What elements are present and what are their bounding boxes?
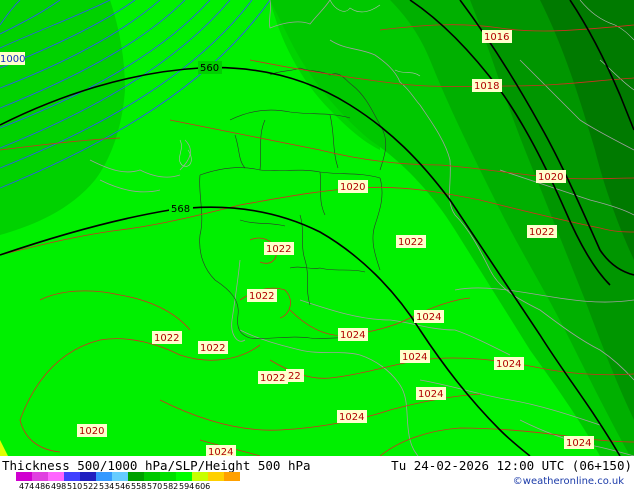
isobar-label-22: 22 [286,369,304,382]
colorbar-segment [192,472,208,481]
svg-text:22: 22 [288,371,301,382]
colorbar-segment [224,472,240,481]
weather-map: 1000 1016 1018 1020 1020 1020 1022 1022 … [0,0,634,456]
map-title: Thickness 500/1000 hPa/SLP/Height 500 hP… [2,458,311,473]
isobar-label-1022: 1022 [247,289,277,302]
isobar-label-1024: 1024 [564,436,594,449]
svg-text:560: 560 [200,63,219,74]
colorbar-segment [96,472,112,481]
isobar-label-1016: 1016 [482,30,512,43]
isobar-label-1024: 1024 [400,350,430,363]
isobar-label-1024: 1024 [337,410,367,423]
isobar-label-1024: 1024 [494,357,524,370]
colorbar-segment [16,472,32,481]
svg-text:1016: 1016 [484,32,509,43]
svg-text:1022: 1022 [154,333,179,344]
isobar-label-1022: 1022 [264,242,294,255]
isobar-label-1022: 1022 [152,331,182,344]
isobar-label-1018: 1018 [472,79,502,92]
colorbar-segment [144,472,160,481]
colorbar-segment [176,472,192,481]
colorbar [16,472,240,481]
colorbar-segment [160,472,176,481]
isobar-label-1024: 1024 [338,328,368,341]
colorbar-segment [80,472,96,481]
isobar-label-1024: 1024 [416,387,446,400]
colorbar-segment [112,472,128,481]
svg-text:1020: 1020 [340,182,365,193]
isobar-label-1022: 1022 [198,341,228,354]
svg-text:1024: 1024 [340,330,365,341]
svg-text:1020: 1020 [79,426,104,437]
height-label-568: 568 [169,202,193,215]
valid-time: Tu 24-02-2026 12:00 UTC (06+150) [391,458,632,473]
svg-text:1024: 1024 [339,412,364,423]
svg-text:1022: 1022 [529,227,554,238]
credit-link[interactable]: ©weatheronline.co.uk [513,476,624,487]
isobar-label-1000: 1000 [0,52,25,65]
map-canvas: 1000 1016 1018 1020 1020 1020 1022 1022 … [0,0,634,456]
svg-text:1024: 1024 [566,438,591,449]
colorbar-segment [64,472,80,481]
svg-text:1024: 1024 [402,352,427,363]
isobar-label-1022: 1022 [258,371,288,384]
isobar-label-1020: 1020 [338,180,368,193]
colorbar-segment [128,472,144,481]
svg-text:1022: 1022 [260,373,285,384]
svg-text:1022: 1022 [398,237,423,248]
colorbar-segment [32,472,48,481]
svg-text:1024: 1024 [416,312,441,323]
isobar-label-1022: 1022 [396,235,426,248]
svg-text:1024: 1024 [418,389,443,400]
isobar-label-1020: 1020 [77,424,107,437]
colorbar-segment [48,472,64,481]
colorbar-segment [208,472,224,481]
svg-text:568: 568 [171,204,190,215]
svg-text:1022: 1022 [249,291,274,302]
svg-text:1022: 1022 [200,343,225,354]
svg-text:1022: 1022 [266,244,291,255]
isobar-label-1024: 1024 [414,310,444,323]
isobar-label-1024: 1024 [206,445,236,456]
map-footer: Thickness 500/1000 hPa/SLP/Height 500 hP… [0,456,634,491]
svg-text:1024: 1024 [496,359,521,370]
isobar-label-1020: 1020 [536,170,566,183]
isobar-label-1022: 1022 [527,225,557,238]
svg-text:1000: 1000 [0,54,25,65]
height-label-560: 560 [198,61,222,74]
svg-text:1020: 1020 [538,172,563,183]
svg-text:1018: 1018 [474,81,499,92]
svg-text:1024: 1024 [208,447,233,456]
